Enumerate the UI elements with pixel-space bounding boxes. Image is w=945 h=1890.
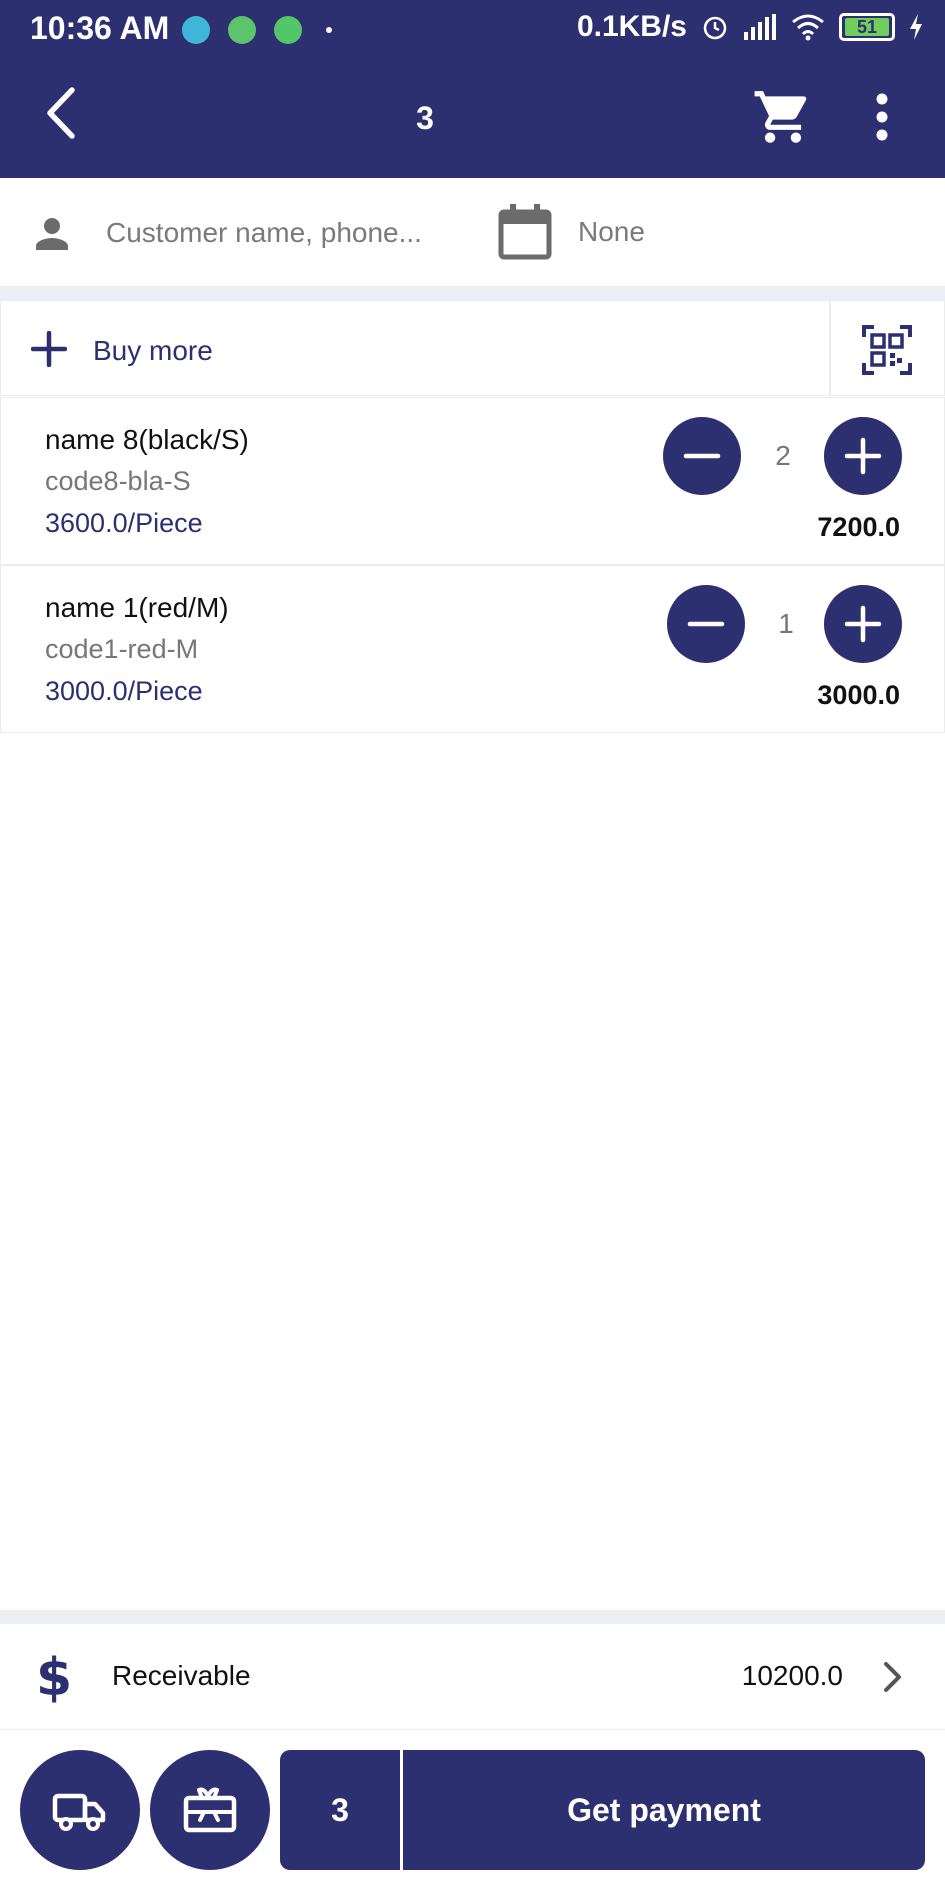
section-divider	[0, 286, 945, 300]
receivable-row[interactable]: $ Receivable 10200.0	[0, 1624, 945, 1730]
alarm-icon	[703, 16, 727, 40]
item-total: 3000.0	[817, 680, 900, 710]
plus-icon	[844, 437, 882, 475]
cart-item: name 8(black/S) code8-bla-S 3600.0/Piece…	[0, 397, 945, 565]
charging-icon	[910, 14, 922, 40]
more-notifications-dot-icon	[326, 27, 332, 33]
top-bar: 10:36 AM 0.1KB/s 51 3	[0, 0, 945, 178]
buy-more-button[interactable]: Buy more	[0, 300, 830, 396]
cart-item: name 1(red/M) code1-red-M 3000.0/Piece 1…	[0, 565, 945, 733]
item-unit-price: 3600.0/Piece	[45, 508, 203, 538]
status-right: 0.1KB/s 51	[577, 10, 923, 44]
customer-search-input[interactable]	[106, 208, 446, 258]
battery-icon: 51	[839, 13, 895, 41]
status-time: 10:36 AM	[30, 10, 170, 46]
battery-level: 51	[845, 18, 889, 36]
item-code: code8-bla-S	[45, 466, 191, 496]
increase-quantity-button[interactable]	[824, 585, 902, 663]
calendar-icon[interactable]	[498, 204, 552, 260]
shipping-button[interactable]	[20, 1750, 140, 1870]
status-bar: 10:36 AM 0.1KB/s 51	[0, 0, 945, 58]
item-quantity: 2	[775, 440, 791, 471]
dollar-icon: $	[36, 1648, 73, 1708]
truck-icon	[52, 1793, 106, 1831]
more-options-button[interactable]	[862, 86, 902, 148]
decrease-quantity-button[interactable]	[663, 417, 741, 495]
date-value[interactable]: None	[578, 216, 645, 248]
item-unit-price: 3000.0/Piece	[45, 676, 203, 706]
chat-notification-icon	[274, 16, 302, 44]
item-count-badge: 3	[280, 1750, 400, 1870]
add-icon	[31, 331, 67, 367]
person-icon	[36, 218, 68, 250]
back-icon	[47, 87, 75, 139]
shield-notification-icon	[228, 16, 256, 44]
network-speed: 0.1KB/s	[576, 10, 687, 43]
notification-icons	[182, 16, 332, 44]
item-total: 7200.0	[817, 512, 900, 542]
item-name: name 1(red/M)	[45, 592, 229, 623]
chevron-right-icon	[884, 1662, 901, 1692]
gift-card-button[interactable]	[150, 1750, 270, 1870]
customer-row: None	[0, 178, 945, 286]
section-divider	[0, 1610, 945, 1624]
cart-button[interactable]	[752, 86, 814, 148]
item-code: code1-red-M	[45, 634, 199, 664]
minus-icon	[687, 621, 725, 627]
minus-icon	[683, 453, 721, 459]
qr-code-icon	[862, 325, 912, 375]
receivable-label: Receivable	[112, 1660, 251, 1691]
buy-more-label: Buy more	[93, 335, 213, 366]
bottom-action-bar: 3 Get payment	[0, 1730, 945, 1890]
app-bar: 3	[0, 58, 945, 178]
page-title: 3	[416, 100, 434, 136]
item-quantity: 1	[778, 608, 794, 639]
signal-icon	[744, 14, 776, 40]
more-vert-icon	[876, 93, 888, 141]
qr-scan-button[interactable]	[830, 300, 945, 396]
increase-quantity-button[interactable]	[824, 417, 902, 495]
plus-icon	[844, 605, 882, 643]
app-notification-icon	[182, 16, 210, 44]
get-payment-button[interactable]: Get payment	[403, 1750, 925, 1870]
decrease-quantity-button[interactable]	[667, 585, 745, 663]
cart-icon	[754, 91, 807, 143]
item-name: name 8(black/S)	[45, 424, 249, 455]
back-button[interactable]	[36, 78, 96, 148]
receivable-value: 10200.0	[741, 1660, 843, 1691]
gift-card-icon	[183, 1787, 237, 1833]
wifi-icon	[792, 14, 824, 41]
